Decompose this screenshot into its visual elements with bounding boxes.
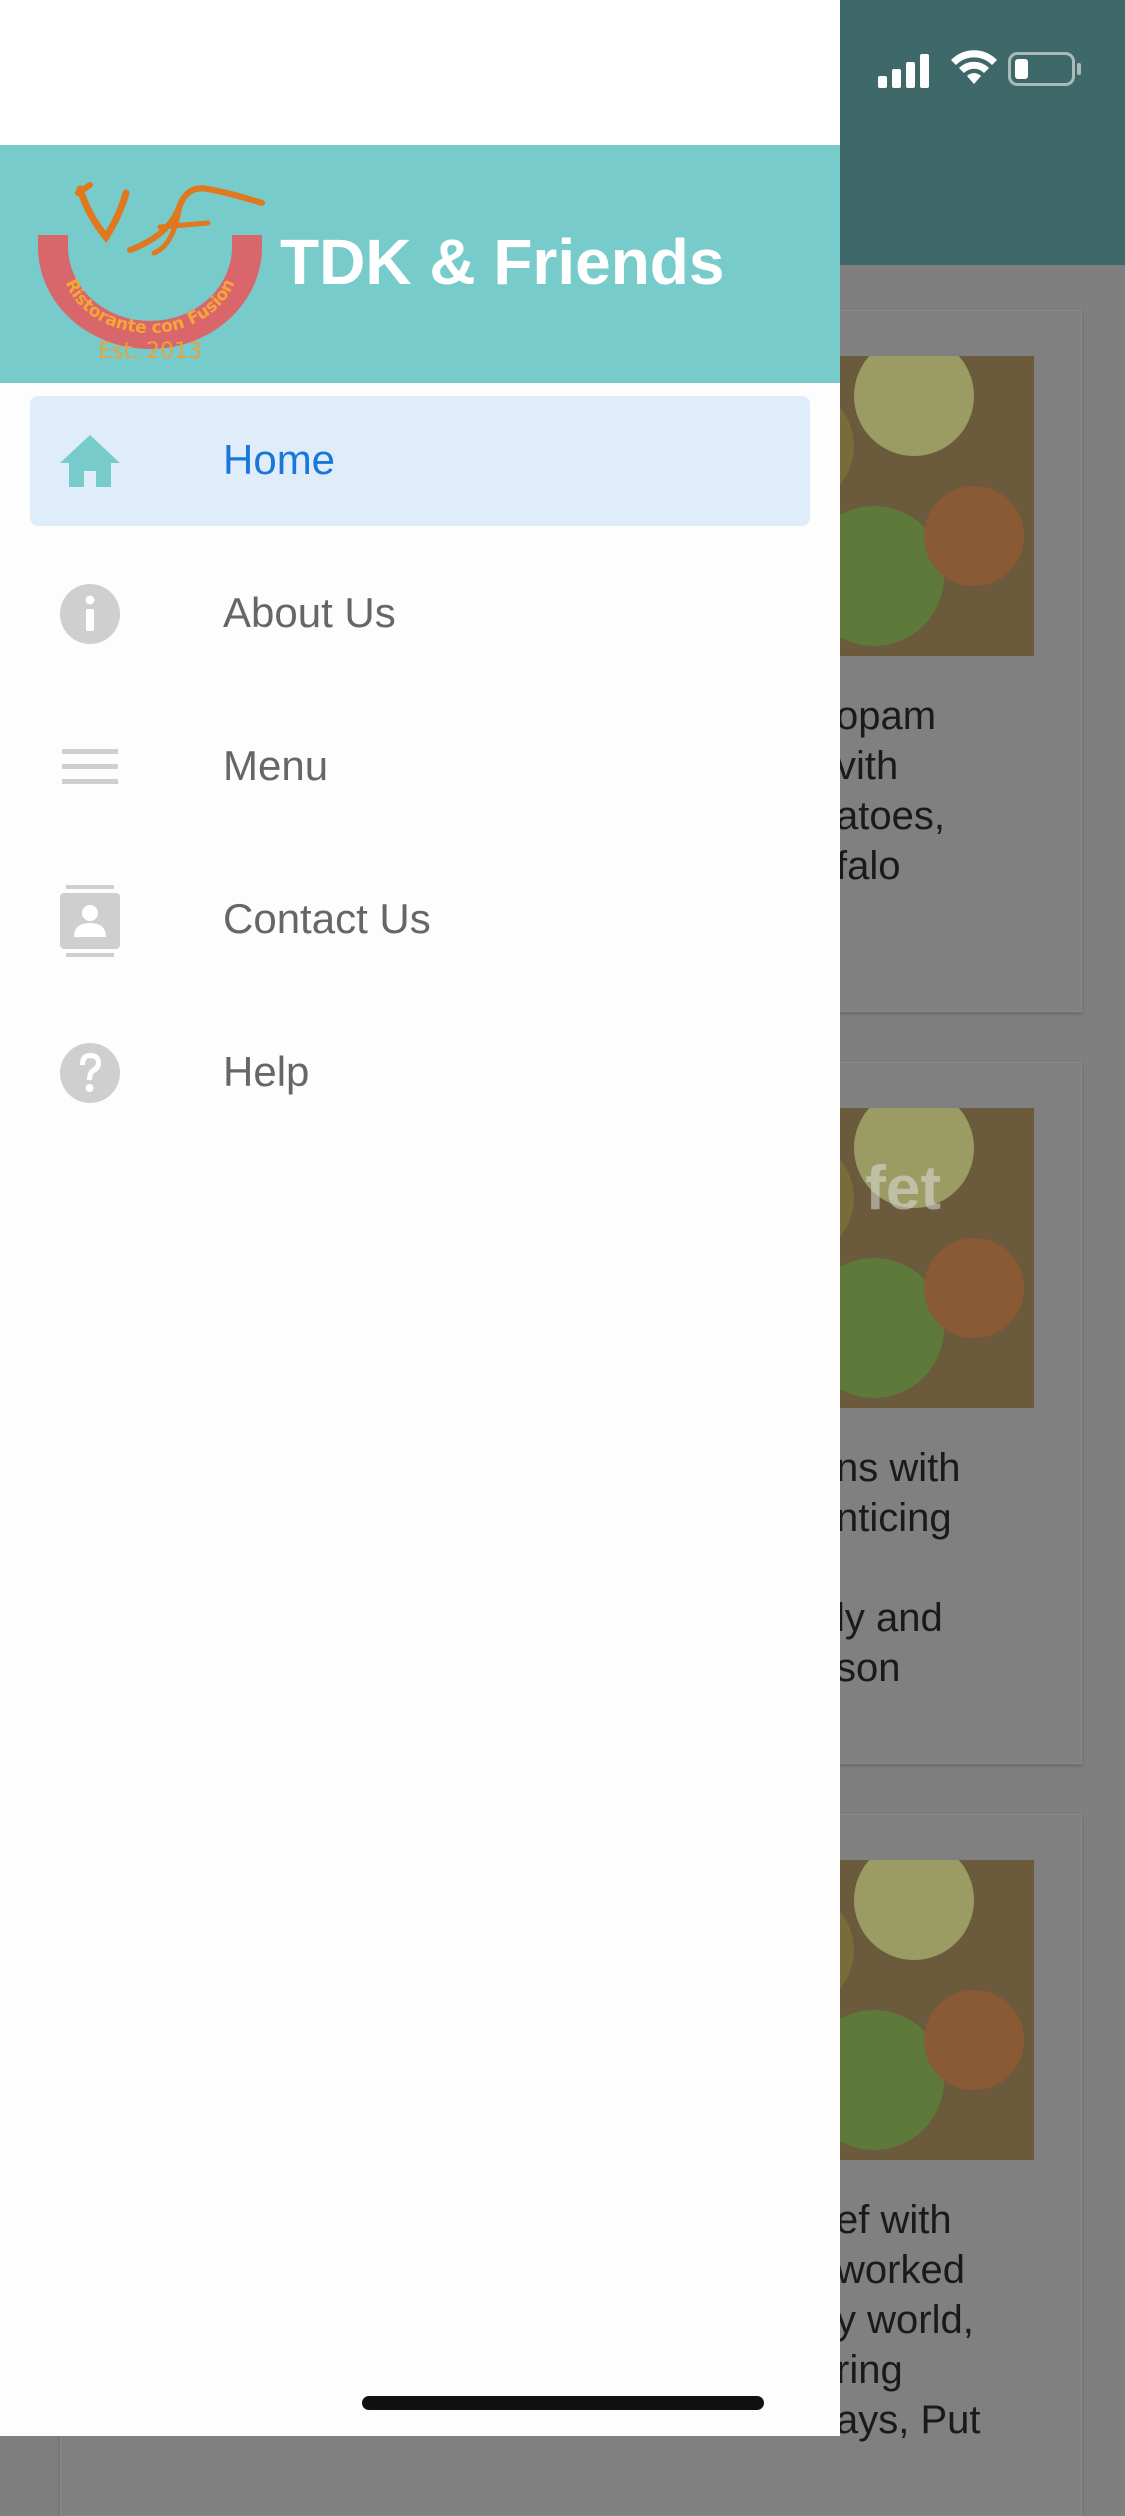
help-icon [60,1043,120,1103]
drawer-item-label: Home [223,436,336,483]
drawer-item-label: Help [223,1048,310,1095]
drawer-header: Ristorante con Fusion Est. 2013 TDK & Fr… [0,145,840,383]
navigation-drawer: Ristorante con Fusion Est. 2013 TDK & Fr… [0,0,840,2436]
status-bar-icons [878,48,1088,88]
drawer-item-label: Contact Us [223,895,431,942]
drawer-item-menu[interactable]: Menu [30,702,810,832]
drawer-item-label: About Us [223,589,396,636]
drawer-item-home[interactable]: Home [30,396,810,526]
drawer-item-contact-us[interactable]: Contact Us [30,855,810,985]
cellular-signal-icon [878,54,929,88]
wifi-icon [951,50,997,84]
drawer-item-label: Menu [223,742,329,789]
drawer-status-area [0,0,840,145]
menu-lines-icon [62,749,118,784]
dish-overlay-label: fet [865,1154,941,1223]
home-indicator[interactable] [362,2396,764,2410]
svg-text:Est. 2013: Est. 2013 [98,339,202,364]
brand-title: TDK & Friends [280,226,725,298]
home-icon [60,435,120,487]
drawer-item-help[interactable]: Help [30,1008,810,1138]
contact-card-icon [60,885,120,957]
drawer-item-about-us[interactable]: About Us [30,549,810,679]
battery-icon [1008,52,1081,86]
info-icon [60,584,120,644]
restaurant-logo: Ristorante con Fusion Est. 2013 [38,182,265,364]
